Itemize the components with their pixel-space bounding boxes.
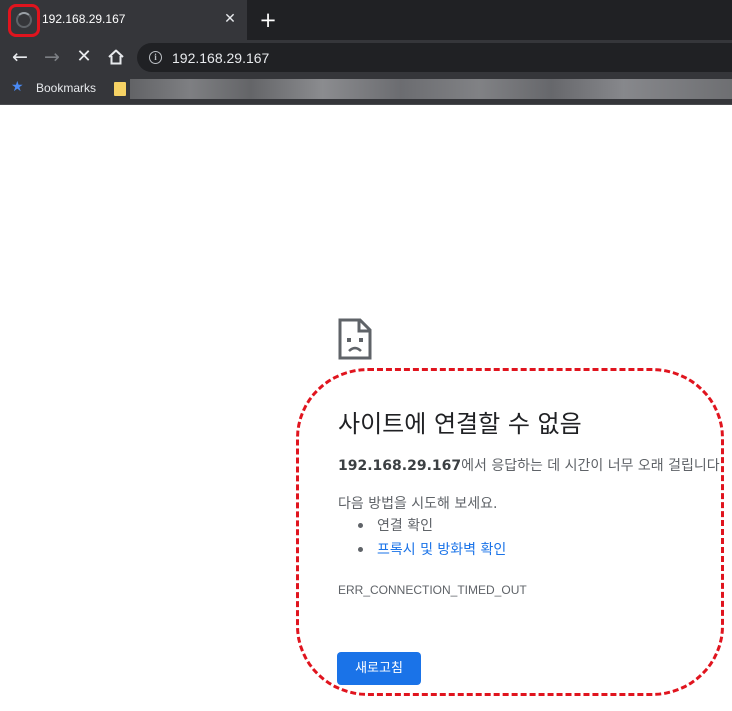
new-tab-button[interactable]: +	[257, 9, 279, 31]
back-button[interactable]: ←	[8, 45, 32, 69]
annotation-highlight-tab	[8, 4, 40, 37]
home-button[interactable]	[104, 45, 128, 69]
blurred-bookmarks	[130, 79, 732, 99]
toolbar: ← → ✕ i 192.168.29.167	[0, 40, 732, 74]
tab-title: 192.168.29.167	[42, 12, 126, 26]
stop-loading-button[interactable]: ✕	[72, 45, 96, 69]
address-bar[interactable]: i 192.168.29.167	[137, 43, 732, 72]
home-icon	[108, 49, 124, 65]
url-text[interactable]: 192.168.29.167	[172, 50, 269, 66]
bookmarks-star-icon: ★	[11, 79, 24, 95]
tab-strip: 192.168.29.167 ✕ +	[0, 0, 732, 40]
sad-page-icon	[338, 318, 372, 360]
browser-window: 192.168.29.167 ✕ + ← → ✕ i 192.168.29.16…	[0, 0, 732, 711]
bookmarks-bar: ★ Bookmarks	[0, 74, 732, 105]
bookmark-folder-icon[interactable]	[114, 82, 126, 96]
close-tab-icon[interactable]: ✕	[221, 10, 239, 28]
annotation-highlight-error	[296, 368, 724, 696]
bookmarks-label[interactable]: Bookmarks	[36, 81, 96, 95]
forward-button[interactable]: →	[40, 45, 64, 69]
site-info-icon[interactable]: i	[149, 51, 162, 64]
